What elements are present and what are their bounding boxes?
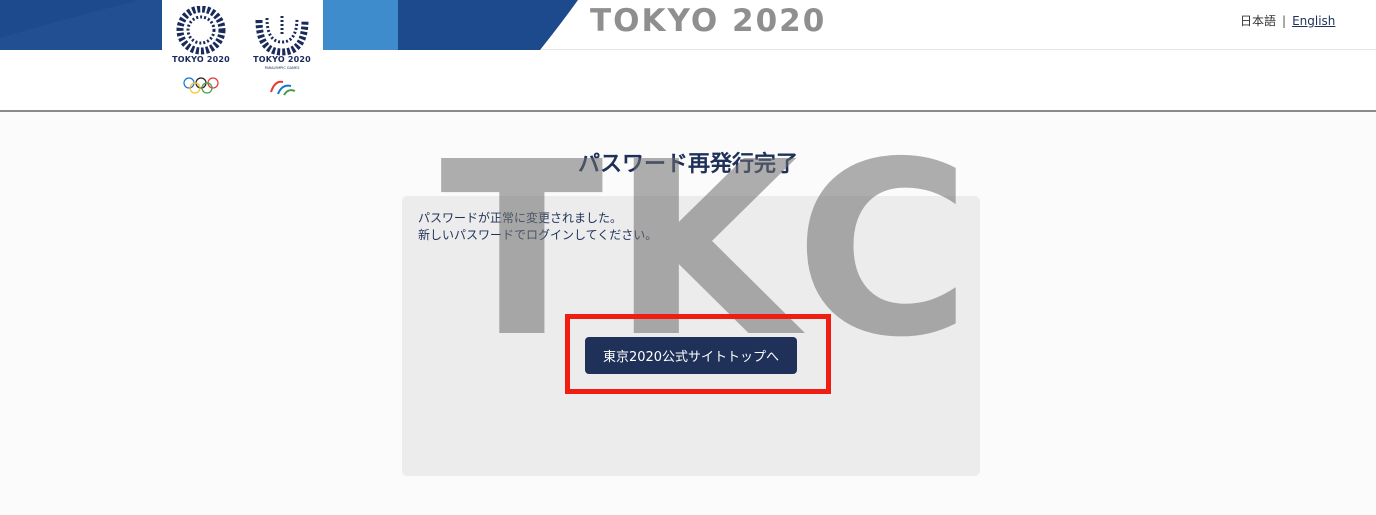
brand-title: TOKYO 2020: [590, 3, 827, 39]
emblem-box: TOKYO 2020 TOKYO 2020 PARALYMPIC GAMES: [162, 0, 323, 106]
olympic-caption: TOKYO 2020: [172, 55, 230, 64]
header-divider: [0, 110, 1376, 112]
completion-message: パスワードが正常に変更されました。 新しいパスワードでログインしてください。: [418, 210, 657, 244]
official-site-top-button[interactable]: 東京2020公式サイトトップへ: [585, 337, 797, 374]
page: TOKYO 2020 TOKYO 2020 PARALYMPIC GAMES T…: [0, 0, 1376, 515]
language-japanese[interactable]: 日本語: [1240, 14, 1276, 28]
paralympic-subcaption: PARALYMPIC GAMES: [264, 66, 300, 70]
paralympic-emblem-icon: [255, 16, 309, 96]
olympic-emblem-icon: [176, 6, 226, 94]
site-header: TOKYO 2020 TOKYO 2020 PARALYMPIC GAMES T…: [0, 0, 1376, 112]
language-separator: |: [1282, 14, 1287, 28]
language-english-link[interactable]: English: [1292, 14, 1335, 28]
message-line-1: パスワードが正常に変更されました。: [418, 211, 623, 225]
message-line-2: 新しいパスワードでログインしてください。: [418, 228, 658, 242]
page-title: パスワード再発行完了: [577, 152, 798, 177]
stripe-mid-dark: [398, 0, 578, 50]
language-switch: 日本語 | English: [1240, 12, 1335, 29]
stripe-mid-light: [323, 0, 398, 50]
paralympic-caption: TOKYO 2020: [253, 55, 311, 64]
